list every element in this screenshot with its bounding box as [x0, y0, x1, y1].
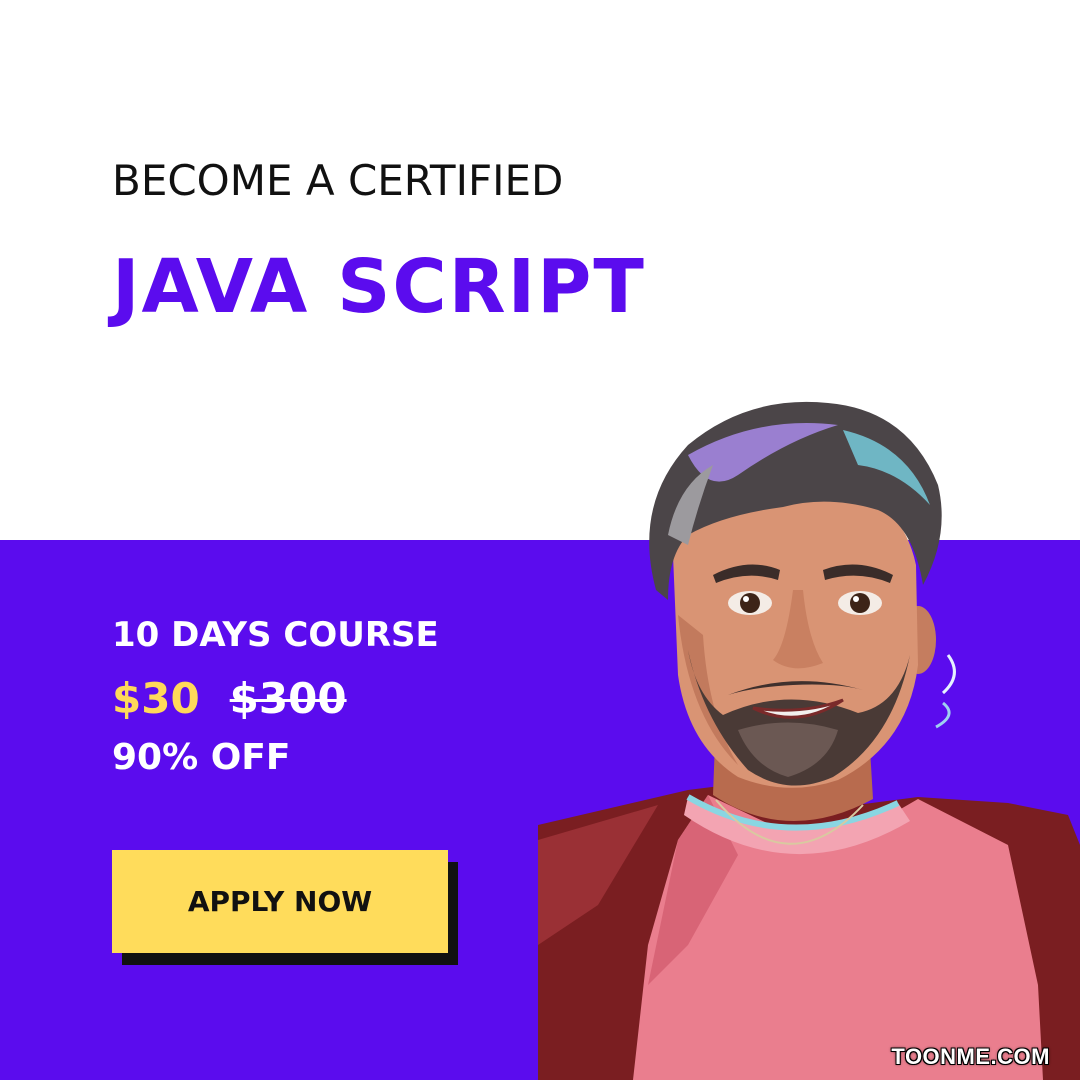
- apply-now-button[interactable]: APPLY NOW: [112, 850, 448, 953]
- swirl-decoration: [941, 654, 956, 695]
- left-eye-glint: [743, 596, 749, 602]
- cartoon-portrait-illustration: [538, 401, 1080, 1080]
- course-ad-poster: BECOME A CERTIFIED JAVA SCRIPT 10 DAYS C…: [0, 0, 1080, 1080]
- swirl-decoration-2: [935, 701, 951, 729]
- course-duration: 10 DAYS COURSE: [112, 615, 439, 655]
- discount-label: 90% OFF: [112, 737, 291, 778]
- sale-price: $30: [112, 674, 200, 723]
- right-eye-glint: [853, 596, 859, 602]
- toonme-watermark: TOONME.COM: [891, 1044, 1050, 1069]
- original-price: $300: [229, 674, 347, 723]
- price-row: $30 $300: [112, 676, 347, 722]
- right-eye-iris: [850, 593, 870, 613]
- left-eye-iris: [740, 593, 760, 613]
- course-title: JAVA SCRIPT: [112, 244, 646, 330]
- eyebrow-text: BECOME A CERTIFIED: [112, 156, 564, 205]
